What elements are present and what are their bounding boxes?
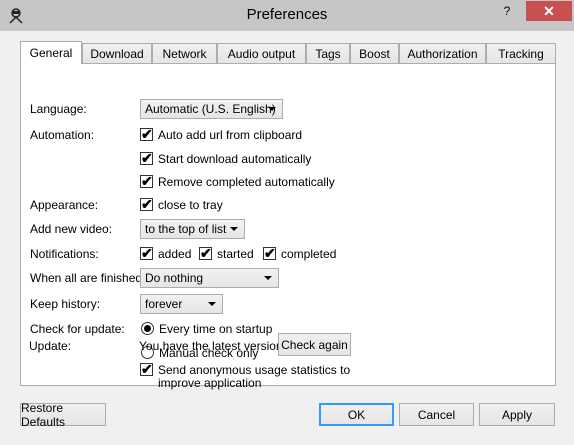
- send-stats-checkbox[interactable]: ✔: [140, 361, 153, 377]
- remove-completed-checkbox[interactable]: ✔: [140, 173, 153, 189]
- language-value: Automatic (U.S. English): [145, 102, 276, 116]
- start-download-checkbox[interactable]: ✔: [140, 150, 153, 166]
- update-label: Update:: [29, 339, 72, 353]
- check-icon: ✔: [141, 196, 153, 212]
- tab-audio-output[interactable]: Audio output: [217, 43, 306, 63]
- send-stats-label-line1: Send anonymous usage statistics to: [158, 363, 351, 377]
- check-icon: ✔: [141, 150, 153, 166]
- start-download-label: Start download automatically: [158, 152, 312, 166]
- when-finished-label: When all are finished:: [30, 271, 146, 285]
- check-update-label: Check for update:: [30, 322, 125, 336]
- add-new-video-select[interactable]: to the top of list: [140, 219, 245, 239]
- check-again-button[interactable]: Check again: [278, 333, 351, 356]
- chevron-down-icon: [264, 276, 272, 280]
- automation-label: Automation:: [30, 128, 95, 142]
- notif-added-checkbox[interactable]: ✔: [140, 245, 153, 261]
- when-finished-value: Do nothing: [145, 271, 204, 285]
- chevron-down-icon: [230, 227, 238, 231]
- check-icon: ✔: [200, 245, 212, 261]
- tab-authorization[interactable]: Authorization: [399, 43, 486, 63]
- cancel-button[interactable]: Cancel: [399, 403, 474, 426]
- keep-history-label: Keep history:: [30, 297, 101, 311]
- language-label: Language:: [30, 102, 87, 116]
- chevron-down-icon: [208, 302, 216, 306]
- keep-history-value: forever: [145, 297, 183, 311]
- tab-tracking[interactable]: Tracking: [486, 43, 556, 63]
- check-icon: ✔: [141, 126, 153, 142]
- title-bar[interactable]: Preferences ? ✕: [0, 0, 574, 31]
- close-to-tray-checkbox[interactable]: ✔: [140, 196, 153, 212]
- appearance-label: Appearance:: [30, 198, 99, 212]
- tab-network[interactable]: Network: [152, 43, 217, 63]
- ok-button[interactable]: OK: [319, 403, 394, 426]
- auto-add-checkbox[interactable]: ✔: [140, 126, 153, 142]
- tab-download[interactable]: Download: [82, 43, 152, 63]
- preferences-window: Preferences ? ✕ General Download Network…: [0, 0, 574, 445]
- update-status: You have the latest version: [139, 339, 283, 353]
- notifications-label: Notifications:: [30, 247, 99, 261]
- add-new-video-label: Add new video:: [30, 222, 113, 236]
- chevron-down-icon: [268, 107, 276, 111]
- close-to-tray-label: close to tray: [158, 198, 223, 212]
- keep-history-select[interactable]: forever: [140, 294, 223, 314]
- window-title: Preferences: [246, 6, 328, 23]
- check-icon: ✔: [141, 245, 153, 261]
- notif-completed-label: completed: [281, 247, 337, 261]
- check-icon: ✔: [141, 361, 153, 377]
- send-stats-label-line2: improve application: [158, 376, 262, 390]
- language-select[interactable]: Automatic (U.S. English): [140, 99, 283, 119]
- check-icon: ✔: [141, 173, 153, 189]
- tab-general[interactable]: General: [20, 41, 82, 64]
- tab-boost[interactable]: Boost: [350, 43, 399, 63]
- restore-defaults-button[interactable]: Restore Defaults: [20, 401, 106, 429]
- tab-tags[interactable]: Tags: [306, 43, 350, 63]
- close-button[interactable]: ✕: [526, 1, 572, 21]
- help-button[interactable]: ?: [494, 1, 520, 21]
- apply-button[interactable]: Apply: [479, 403, 555, 426]
- update-every-time-radio[interactable]: [141, 322, 154, 335]
- check-icon: ✔: [264, 245, 276, 261]
- notif-started-checkbox[interactable]: ✔: [199, 245, 212, 261]
- auto-add-label: Auto add url from clipboard: [158, 128, 303, 142]
- notif-added-label: added: [158, 247, 192, 261]
- add-new-video-value: to the top of list: [145, 222, 227, 236]
- update-every-time-label: Every time on startup: [159, 322, 273, 336]
- notif-completed-checkbox[interactable]: ✔: [263, 245, 276, 261]
- when-finished-select[interactable]: Do nothing: [140, 268, 279, 288]
- dialog-client: General Download Network Audio output Ta…: [8, 31, 566, 437]
- notif-started-label: started: [217, 247, 254, 261]
- remove-completed-label: Remove completed automatically: [158, 175, 335, 189]
